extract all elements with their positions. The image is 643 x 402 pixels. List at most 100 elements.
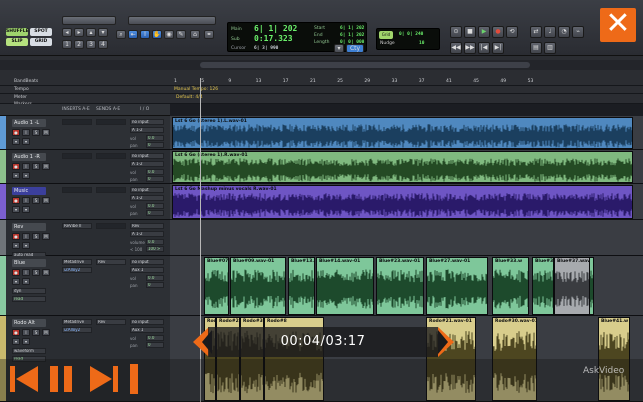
output-selector[interactable]: A 1-2 [130,127,164,133]
pan-value[interactable]: 0 [146,210,164,216]
input-monitor-button[interactable]: I [22,233,30,240]
counter-options-icon[interactable]: ▾ [334,44,344,53]
track-name[interactable]: Audio 1 -L [12,119,46,127]
main-counter-value[interactable]: 6| 1| 202 [254,24,297,33]
volume-value[interactable]: 0.0 [146,135,164,141]
skip-forward-icon[interactable] [88,364,118,394]
meter-value[interactable]: Default: 4/4 [176,95,203,100]
bars-ruler[interactable]: BandBeats [0,78,643,86]
audio-clip[interactable]: Blue#37.wav-01 [532,257,554,315]
audio-clip[interactable]: Blue#27.wav-01 [426,257,488,315]
output-selector[interactable]: A 1-2 [130,231,164,237]
record-arm-button[interactable]: ● [12,163,20,170]
automation-button[interactable]: ▾ [22,138,30,145]
volume-value[interactable]: 0.0 [146,203,164,209]
audio-clip[interactable]: Lst 6 Go (stereo 1).L.wav-01 [172,117,633,149]
track-name[interactable]: Music [12,187,46,195]
mute-button[interactable]: M [42,129,50,136]
send-slot[interactable] [96,187,126,193]
track-lane[interactable]: Blue#07.w Blue#09.wav-01 Blue#13.w Blue#14.… [170,256,643,316]
track-name[interactable]: Audio 1 -R [12,153,46,161]
track-lane[interactable] [170,220,643,256]
mute-button[interactable]: M [42,163,50,170]
linearity-icon[interactable]: ⌁ [572,26,584,38]
record-icon[interactable]: ● [492,26,504,38]
track-name[interactable]: Blue [12,259,46,267]
send-slot[interactable] [96,153,126,159]
solo-button[interactable]: S [32,233,40,240]
insert-slot[interactable]: Metadrive [62,319,92,325]
track-name[interactable]: Rodo Alt [12,319,46,327]
selector-tool-icon[interactable]: I [140,30,150,39]
track-view-selector[interactable]: dyn [12,288,46,294]
trim-tool-icon[interactable]: ⇤ [128,30,138,39]
insert-slot-2[interactable]: iZAlloy2 [62,267,92,273]
automation-button[interactable]: ▾ [22,242,30,249]
start-value[interactable]: 6| 1| 202 [340,26,364,31]
volume-value[interactable]: 0.0 [146,335,164,341]
link-toggle-icon[interactable]: ⚭ [204,30,214,39]
fullscreen-toggle-icon[interactable] [127,364,149,394]
automation-mode-selector[interactable]: read [12,296,46,302]
pan-value[interactable]: 0 [146,282,164,288]
sub-counter-value[interactable]: 0:17.323 [254,34,293,43]
countoff-icon[interactable]: ◔ [558,26,570,38]
input-monitor-button[interactable]: I [22,197,30,204]
input-selector[interactable]: no input [130,187,164,193]
volume-value[interactable]: 0.0 [146,275,164,281]
edit-window-icon[interactable]: ▤ [530,42,542,54]
mute-button[interactable]: M [42,197,50,204]
solo-button[interactable]: S [32,269,40,276]
input-monitor-button[interactable]: I [22,163,30,170]
playlist-button[interactable]: ▾ [12,278,20,285]
input-selector[interactable]: no input [130,319,164,325]
insert-slot[interactable] [62,153,92,159]
record-arm-button[interactable]: ● [12,129,20,136]
stop-icon[interactable]: ■ [464,26,476,38]
end-value[interactable]: 6| 1| 202 [340,33,364,38]
output-selector[interactable]: Aux 1 [130,267,164,273]
playlist-button[interactable]: ▾ [12,338,20,345]
zoom-vertical-out-icon[interactable]: ▴ [86,28,96,37]
input-selector[interactable]: no input [130,119,164,125]
grid-value[interactable]: 0| 0| 240 [399,32,423,37]
track-header[interactable]: Rev ● I S M ▾ ▾ ReVibe II Rev A 1-2 volu… [0,220,170,258]
volume-value[interactable]: 0.0 [146,239,164,245]
return-to-zero-icon[interactable]: |◀ [478,42,490,54]
tempo-value[interactable]: Manual Tempo: 126 [174,87,218,92]
slip-mode-button[interactable]: SLIP [6,38,28,46]
track-lane[interactable]: Lst 6 Go (stereo 1).R.wav-01 [170,150,643,184]
pause-icon[interactable] [48,364,76,394]
insert-slot-2[interactable]: iZAlloy2 [62,327,92,333]
track-header[interactable]: Blue ● I S M ▾ ▾ Metadrive Rev no input … [0,256,170,316]
volume-value[interactable]: 0.0 [146,169,164,175]
send-slot[interactable] [96,223,126,229]
close-icon[interactable]: ✕ [600,8,636,42]
scrubber-tool-icon[interactable]: ◉ [164,30,174,39]
send-slot[interactable]: Rev [96,319,126,325]
zoomer-tool-icon[interactable]: ⌕ [116,30,126,39]
pan-value[interactable]: 0 [146,142,164,148]
audio-clip[interactable]: Blue#09.wav-01 [230,257,286,315]
pan-value[interactable]: 0 [146,176,164,182]
universe-scroll-strip[interactable] [0,60,643,70]
tab-to-transient-icon[interactable] [62,16,116,25]
loop-icon[interactable]: ⟲ [506,26,518,38]
solo-button[interactable]: S [32,329,40,336]
playlist-button[interactable]: ▾ [12,206,20,213]
zoom-in-icon[interactable]: ▸ [74,28,84,37]
playlist-button[interactable]: ▾ [12,138,20,145]
send-slot[interactable] [96,119,126,125]
grid-label[interactable]: Grid [379,31,393,39]
playlist-button[interactable]: ▾ [12,242,20,249]
shuffle-mode-button[interactable]: SHUFFLE [6,28,29,36]
solo-button[interactable]: S [32,163,40,170]
pan-value[interactable]: 100 > [146,246,164,252]
go-to-end-icon[interactable]: ▶| [492,42,504,54]
record-arm-button[interactable]: ● [12,269,20,276]
smart-tool-icon[interactable]: ⌂ [190,30,200,39]
mute-button[interactable]: M [42,269,50,276]
input-monitor-button[interactable]: I [22,269,30,276]
fast-forward-icon[interactable]: ▶▶ [464,42,476,54]
audio-clip[interactable]: Blue#14.wav-01 [316,257,374,315]
